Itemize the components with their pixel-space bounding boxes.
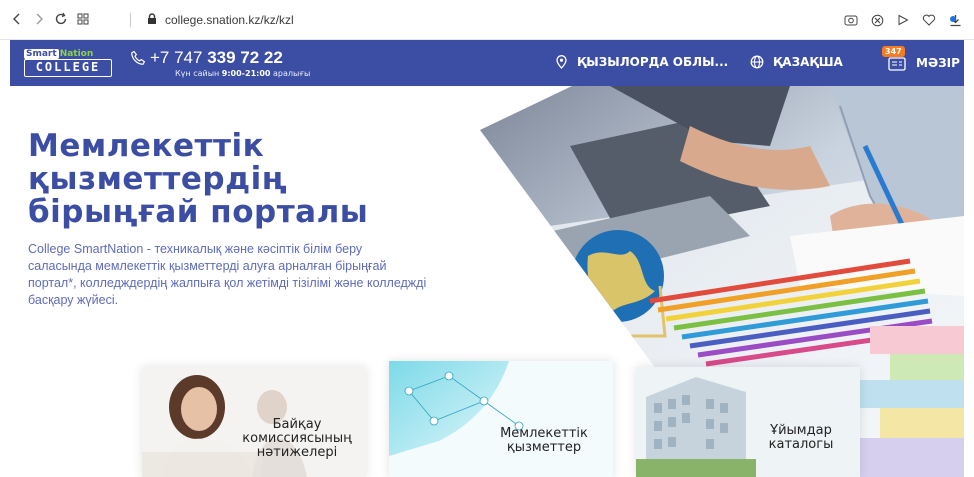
hero-title: Мемлекеттік қызметтердің бірыңғай портал… xyxy=(28,128,369,230)
region-selector[interactable]: ҚЫЗЫЛОРДА ОБЛЫ... xyxy=(556,55,728,69)
download-icon[interactable] xyxy=(946,10,964,30)
back-icon[interactable] xyxy=(6,9,28,29)
hours-time: 9:00-21:00 xyxy=(221,69,271,78)
working-hours: Күн сайын 9:00-21:00 аралығы xyxy=(175,69,310,78)
card-label: Мемлекеттік қызметтер xyxy=(500,426,588,455)
logo[interactable]: Smart Nation COLLEGE xyxy=(24,49,112,77)
card-photo-network-map xyxy=(389,361,613,477)
logo-nation: Nation xyxy=(59,49,94,59)
hours-prefix: Күн сайын xyxy=(175,69,222,78)
language-selector[interactable]: ҚАЗАҚША xyxy=(750,55,843,69)
menu-icon-wrap: 347 xyxy=(882,46,908,71)
lock-icon[interactable] xyxy=(147,12,157,28)
shield-icon[interactable] xyxy=(868,10,886,30)
send-icon[interactable] xyxy=(894,10,912,30)
card-competition-results[interactable]: Байқау комиссиясының нәтижелері xyxy=(142,367,366,477)
site-header: Smart Nation COLLEGE +7 747 339 72 22 Күн… xyxy=(10,40,964,86)
notification-badge: 347 xyxy=(882,46,905,57)
card-label: Ұйымдар каталогы xyxy=(768,423,834,452)
card-organization-catalog[interactable]: Ұйымдар каталогы xyxy=(636,367,860,477)
phone-icon xyxy=(131,50,146,65)
region-label: ҚЫЗЫЛОРДА ОБЛЫ... xyxy=(577,55,729,69)
phone-number[interactable]: +7 747 339 72 22 xyxy=(150,48,283,68)
address-bar[interactable]: college.snation.kz/kz/kzl xyxy=(130,10,294,30)
location-pin-icon xyxy=(556,55,567,69)
menu-button[interactable]: 347 МӘЗІР xyxy=(882,46,960,71)
apps-icon[interactable] xyxy=(72,9,94,29)
menu-label: МӘЗІР xyxy=(916,56,960,70)
phone-prefix: +7 747 xyxy=(150,48,208,67)
language-label: ҚАЗАҚША xyxy=(773,55,843,69)
phone-main: 339 72 22 xyxy=(207,48,283,67)
forward-icon[interactable] xyxy=(28,9,50,29)
heart-icon[interactable] xyxy=(920,10,938,30)
toolbar-divider xyxy=(130,13,131,27)
globe-icon xyxy=(750,55,764,69)
menu-card-icon xyxy=(888,57,906,71)
logo-smart: Smart xyxy=(24,49,59,59)
hours-suffix: аралығы xyxy=(270,69,311,78)
hero-description: College SmartNation - техникалық және кә… xyxy=(28,242,427,307)
logo-tagline: Smart Nation xyxy=(24,49,93,59)
card-state-services[interactable]: Мемлекеттік қызметтер xyxy=(389,361,613,477)
download-indicator xyxy=(950,16,956,22)
card-photo-building xyxy=(636,367,860,477)
url-text[interactable]: college.snation.kz/kz/kzl xyxy=(165,13,294,27)
card-label: Байқау комиссиясының нәтижелері xyxy=(242,417,352,460)
browser-toolbar: college.snation.kz/kz/kzl xyxy=(0,0,974,40)
reload-icon[interactable] xyxy=(50,9,72,29)
logo-college: COLLEGE xyxy=(24,59,112,77)
screenshot-icon[interactable] xyxy=(842,10,860,30)
